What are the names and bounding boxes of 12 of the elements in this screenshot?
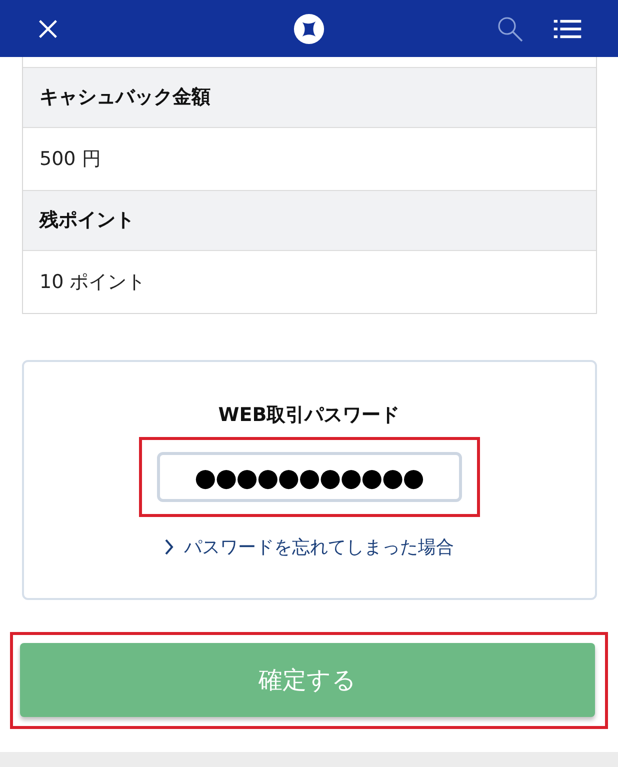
row-value: 500 円 xyxy=(38,147,102,172)
chevron-icon xyxy=(164,539,174,555)
row-label: 残ポイント xyxy=(22,190,596,251)
close-icon[interactable] xyxy=(38,18,58,38)
row-value: 10 ポイント xyxy=(38,270,147,295)
logo-icon[interactable] xyxy=(293,12,325,44)
password-label: WEB取引パスワード xyxy=(218,403,400,428)
search-icon[interactable] xyxy=(497,16,523,42)
password-field[interactable]: ●●●●●●●●●●● xyxy=(156,452,462,502)
menu-icon[interactable] xyxy=(553,18,582,38)
forgot-password-link[interactable]: パスワードを忘れてしまった場合 xyxy=(164,535,454,559)
row-label: キャシュバック金額 xyxy=(22,67,596,128)
